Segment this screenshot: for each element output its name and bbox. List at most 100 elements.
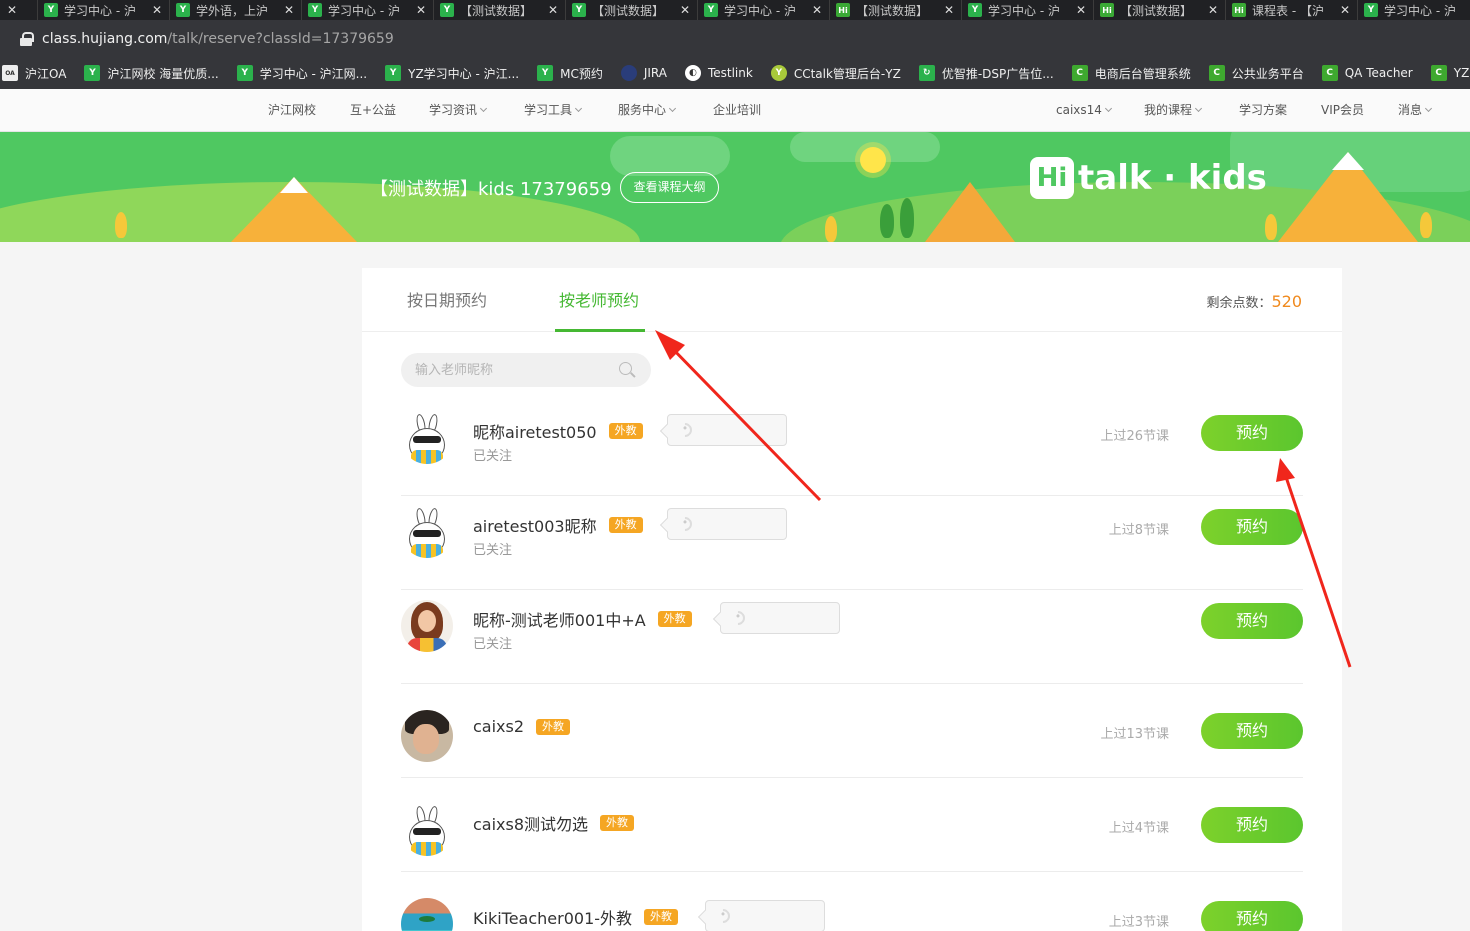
hitalk-favicon-icon: Hi: [1232, 3, 1246, 17]
teacher-name[interactable]: 昵称airetest050: [473, 419, 597, 443]
bookmark-item[interactable]: ↻ 优智推-DSP广告位...: [918, 65, 1054, 82]
book-teacher-button[interactable]: 预约: [1201, 603, 1303, 639]
bookmark-item[interactable]: Y CCtalk管理后台-YZ: [770, 65, 901, 82]
nav-charity[interactable]: 互+公益: [350, 89, 396, 132]
bookmark-label: 优智推-DSP广告位...: [941, 66, 1054, 81]
browser-tab[interactable]: Y学习中心 - 沪✕: [962, 0, 1094, 20]
tab-close-icon[interactable]: ✕: [545, 3, 561, 17]
bookmark-item[interactable]: JIRA: [620, 65, 667, 81]
teacher-search-input[interactable]: [415, 361, 605, 379]
avatar-part: [407, 638, 447, 652]
tab-close-icon[interactable]: ✕: [1205, 3, 1221, 17]
teacher-name[interactable]: caixs8测试勿选: [473, 811, 588, 835]
audio-intro-player[interactable]: [705, 900, 825, 931]
bookmark-label: 电商后台管理系统: [1094, 66, 1191, 81]
lessons-taken: 上过3节课: [1108, 915, 1169, 930]
site-nav: 沪江网校 互+公益 学习资讯 学习工具 服务中心 企业培训 caixs14 我的…: [0, 89, 1470, 132]
tree-decoration: [115, 212, 127, 238]
teacher-row: airetest003昵称 外教 已关注 上过8节课 预约: [401, 496, 1303, 590]
browser-tab[interactable]: Y 学外语，上沪 ✕: [170, 0, 302, 20]
tab-close-icon[interactable]: ✕: [413, 3, 429, 17]
book-teacher-button[interactable]: 预约: [1201, 713, 1303, 749]
bookmark-item[interactable]: C 电商后台管理系统: [1071, 65, 1191, 82]
audio-intro-player[interactable]: [720, 602, 840, 634]
chevron-down-icon: [668, 104, 677, 113]
leaf-favicon-icon: Y: [176, 3, 190, 17]
leaf-icon: Y: [770, 65, 787, 81]
bookmark-item[interactable]: ◐ Testlink: [684, 65, 753, 81]
lessons-taken: 上过13节课: [1100, 727, 1169, 742]
foreign-teacher-badge: 外教: [644, 909, 679, 925]
browser-tab[interactable]: Y学习中心 - 沪✕: [302, 0, 434, 20]
teacher-name[interactable]: KikiTeacher001-外教: [473, 905, 632, 929]
tab-close-icon[interactable]: ✕: [281, 3, 297, 17]
nav-user-menu[interactable]: caixs14: [1056, 89, 1112, 132]
teacher-avatar[interactable]: [401, 710, 453, 762]
url-host: class.hujiang.com: [42, 30, 168, 47]
tab-close-icon[interactable]: ✕: [149, 3, 165, 17]
teacher-avatar[interactable]: [401, 412, 453, 464]
url-text[interactable]: class.hujiang.com/talk/reserve?classId=1…: [42, 31, 394, 47]
bookmark-item[interactable]: C 公共业务平台: [1208, 65, 1304, 82]
nav-learning-news[interactable]: 学习资讯: [429, 89, 488, 132]
tab-close-icon[interactable]: ✕: [941, 3, 957, 17]
nav-my-courses[interactable]: 我的课程: [1144, 89, 1203, 132]
search-icon[interactable]: [619, 362, 632, 375]
nav-hujiang-school[interactable]: 沪江网校: [268, 89, 316, 132]
view-syllabus-button[interactable]: 查看课程大纲: [620, 172, 719, 203]
teacher-name[interactable]: 昵称-测试老师001中+A: [473, 607, 646, 631]
tab-close-icon[interactable]: ✕: [1073, 3, 1089, 17]
teacher-avatar[interactable]: [401, 506, 453, 558]
cc-icon: C: [1071, 65, 1088, 81]
browser-tab[interactable]: Hi 【测试数据】 ✕: [1094, 0, 1226, 20]
address-bar[interactable]: class.hujiang.com/talk/reserve?classId=1…: [0, 20, 1470, 57]
tab-close-icon[interactable]: ✕: [677, 3, 693, 17]
teacher-avatar[interactable]: [401, 898, 453, 931]
book-teacher-button[interactable]: 预约: [1201, 509, 1303, 545]
browser-tab[interactable]: Hi 课程表 - 【沪 ✕: [1226, 0, 1358, 20]
leaf-icon: Y: [236, 65, 253, 81]
book-teacher-button[interactable]: 预约: [1201, 807, 1303, 843]
browser-tab[interactable]: Y学习中心 - 沪✕: [698, 0, 830, 20]
browser-tab[interactable]: Y 【测试数据】 ✕: [566, 0, 698, 20]
teacher-avatar[interactable]: [401, 600, 453, 652]
nav-messages[interactable]: 消息: [1398, 89, 1433, 132]
bookmark-item[interactable]: Y 沪江网校 海量优质...: [84, 65, 219, 82]
teacher-name[interactable]: airetest003昵称: [473, 513, 597, 537]
oa-icon: OA: [2, 65, 18, 81]
tab-close-icon[interactable]: ✕: [4, 3, 20, 17]
nav-learning-tools[interactable]: 学习工具: [524, 89, 583, 132]
audio-intro-player[interactable]: [667, 508, 787, 540]
browser-tab-partial[interactable]: ✕: [0, 0, 38, 20]
browser-tab[interactable]: Y 【测试数据】 ✕: [434, 0, 566, 20]
browser-tab-label: 学习中心 - 沪: [724, 3, 796, 18]
bookmark-item[interactable]: OA 沪江OA: [2, 65, 66, 82]
tab-by-date[interactable]: 按日期预约: [407, 268, 487, 332]
leaf-icon: Y: [385, 65, 402, 81]
refresh-icon: ↻: [918, 65, 935, 81]
cloud-decoration: [610, 136, 730, 176]
nav-enterprise-training[interactable]: 企业培训: [713, 89, 761, 132]
bookmark-item[interactable]: C YZ: [1430, 65, 1469, 81]
nav-vip[interactable]: VIP会员: [1321, 89, 1364, 132]
nav-study-plan[interactable]: 学习方案: [1239, 89, 1287, 132]
book-teacher-button[interactable]: 预约: [1201, 415, 1303, 451]
browser-tab[interactable]: Y学习中心 - 沪✕: [38, 0, 170, 20]
tab-by-teacher[interactable]: 按老师预约: [554, 268, 646, 332]
bookmark-item[interactable]: C QA Teacher: [1321, 65, 1413, 81]
teacher-avatar[interactable]: [401, 804, 453, 856]
nav-service-center[interactable]: 服务中心: [618, 89, 677, 132]
tab-close-icon[interactable]: ✕: [1337, 3, 1353, 17]
bookmark-item[interactable]: Y YZ学习中心 - 沪江...: [385, 65, 519, 82]
tree-decoration: [900, 198, 914, 238]
teacher-search: [401, 353, 651, 387]
tab-close-icon[interactable]: ✕: [809, 3, 825, 17]
mountain-snow-decoration: [280, 177, 308, 193]
audio-intro-player[interactable]: [667, 414, 787, 446]
bookmark-item[interactable]: Y MC预约: [537, 65, 603, 82]
browser-tab[interactable]: Hi 【测试数据】 ✕: [830, 0, 962, 20]
book-teacher-button[interactable]: 预约: [1201, 901, 1303, 931]
bookmark-item[interactable]: Y 学习中心 - 沪江网...: [236, 65, 367, 82]
teacher-name[interactable]: caixs2: [473, 717, 524, 736]
browser-tab[interactable]: Y学习中心 - 沪✕: [1358, 0, 1470, 20]
